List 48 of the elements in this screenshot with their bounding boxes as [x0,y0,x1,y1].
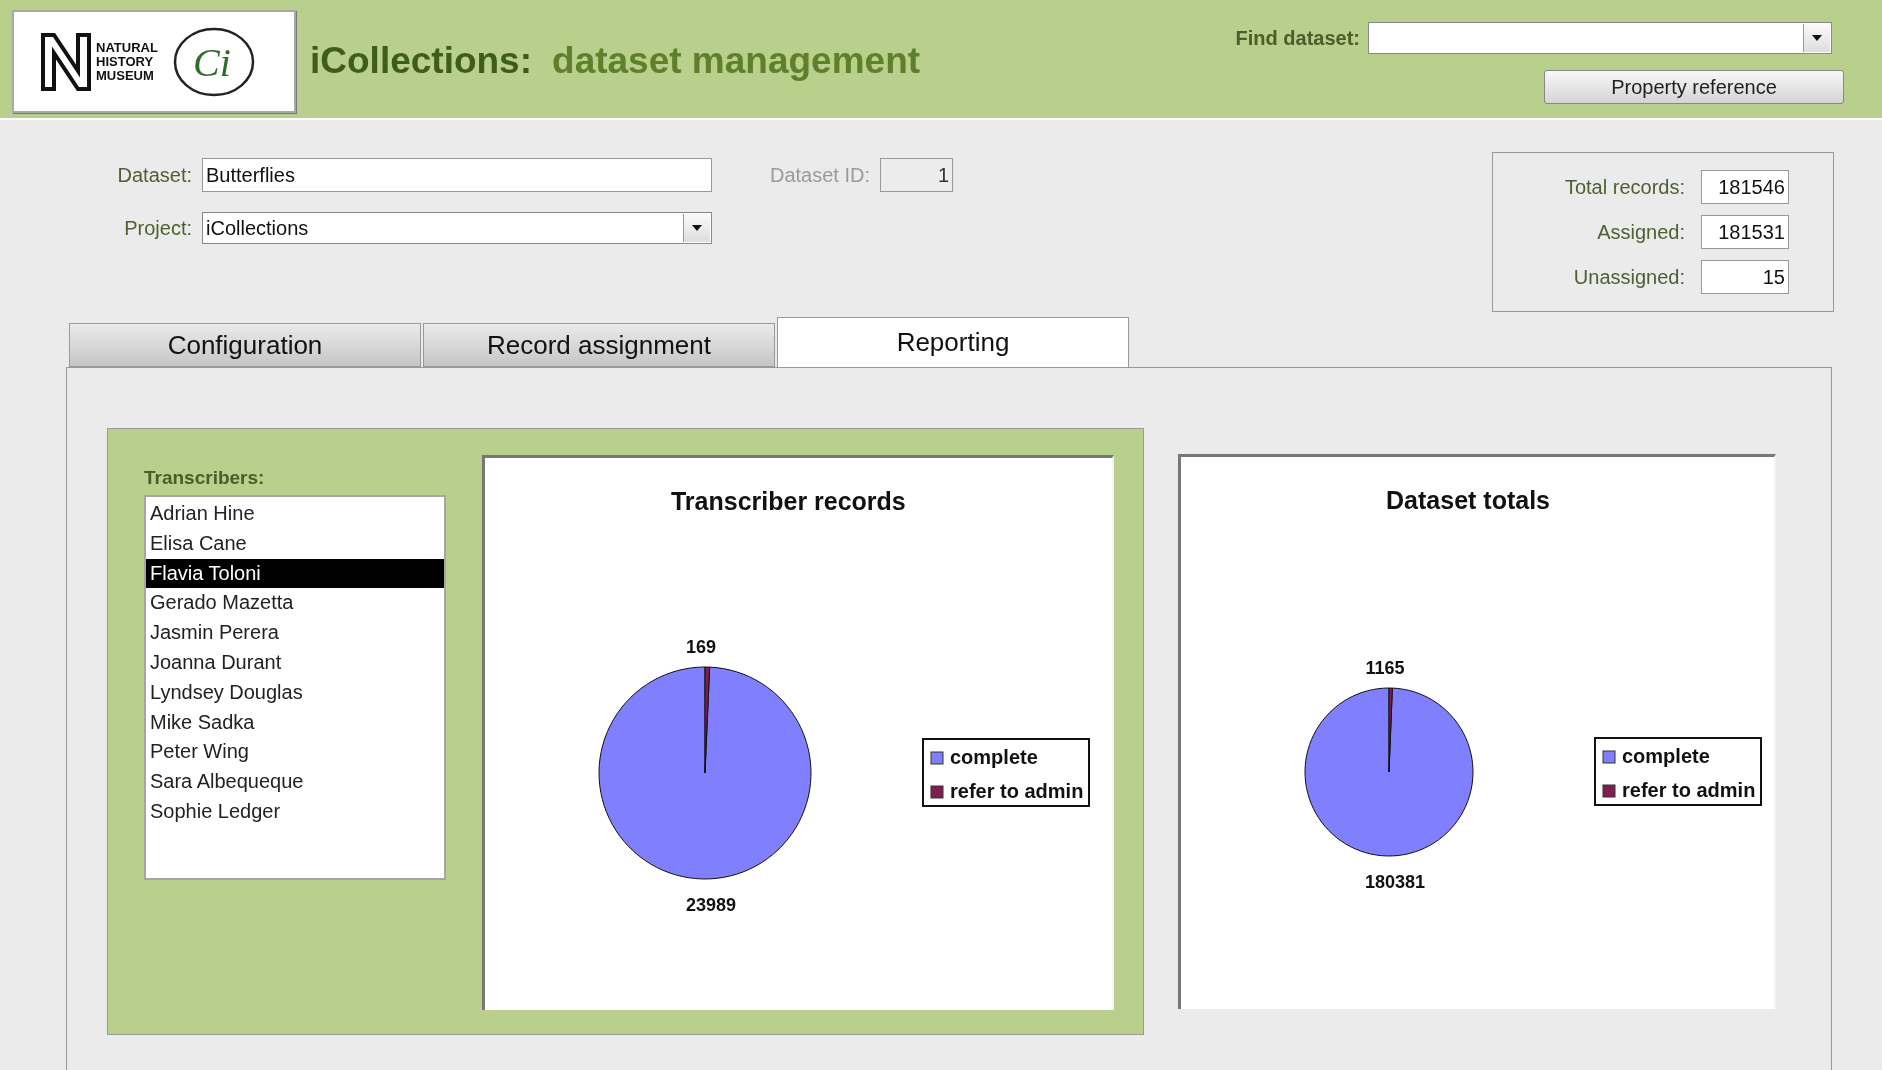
dropdown-arrow-icon[interactable] [692,225,702,231]
list-item[interactable]: Mike Sadka [146,707,444,738]
legend-label: complete [950,746,1038,768]
list-item[interactable]: Adrian Hine [146,499,444,529]
logo-text: MUSEUM [96,68,155,83]
tab[interactable]: Configuration [69,323,421,367]
total-field: 15 [1701,260,1789,294]
field-label: Project: [123,216,192,240]
emblem-icon: Ci [171,25,256,98]
legend-label: refer to admin [1622,779,1756,801]
section-title: dataset management [552,40,921,82]
field-label: Unassigned: [1573,265,1685,289]
total-field: 181546 [1701,170,1789,204]
field-label: Dataset ID: [770,163,871,187]
list-item[interactable]: Peter Wing [146,737,444,768]
list-item[interactable]: Lyndsey Douglas [146,677,444,708]
dropdown-arrow-icon[interactable] [1812,35,1822,41]
project-combo[interactable]: iCollections [202,212,712,244]
tab[interactable]: Reporting [777,317,1129,367]
list-item[interactable]: Gerado Mazetta [146,588,444,619]
dataset-id-field: 1 [880,158,954,192]
list-item[interactable]: Sophie Ledger [146,796,444,827]
list-item[interactable]: Sara Albequeque [146,767,444,797]
app-title: iCollections: [310,40,533,82]
field-label: Assigned: [1597,220,1685,244]
list-label: Transcribers: [144,467,266,489]
tab[interactable]: Record assignment [423,323,775,367]
dataset-field[interactable]: Butterflies [202,158,712,192]
property-reference-button[interactable]: Property reference [1544,70,1844,104]
logo-text: NATURAL [96,40,158,55]
chart-title: Dataset totals [1386,486,1550,514]
logo-text: HISTORY [96,54,155,69]
field-label: Total records: [1564,175,1685,199]
list-item[interactable]: Flavia Toloni [146,558,444,589]
total-field: 181531 [1701,215,1789,249]
list-item[interactable]: Jasmin Perera [146,618,444,648]
data-label: 23989 [685,895,737,915]
legend-label: complete [1622,745,1710,767]
field-label: Find dataset: [1235,26,1360,50]
chart-title: Transcriber records [670,487,906,515]
list-item[interactable]: Elisa Cane [146,528,444,559]
data-label: 1165 [1365,658,1405,678]
data-label: 169 [686,637,716,657]
data-label: 180381 [1364,872,1426,892]
legend-label: refer to admin [950,780,1084,802]
list-item[interactable]: Joanna Durant [146,648,444,678]
field-label: Dataset: [116,163,192,187]
n-logo-icon [40,31,92,92]
